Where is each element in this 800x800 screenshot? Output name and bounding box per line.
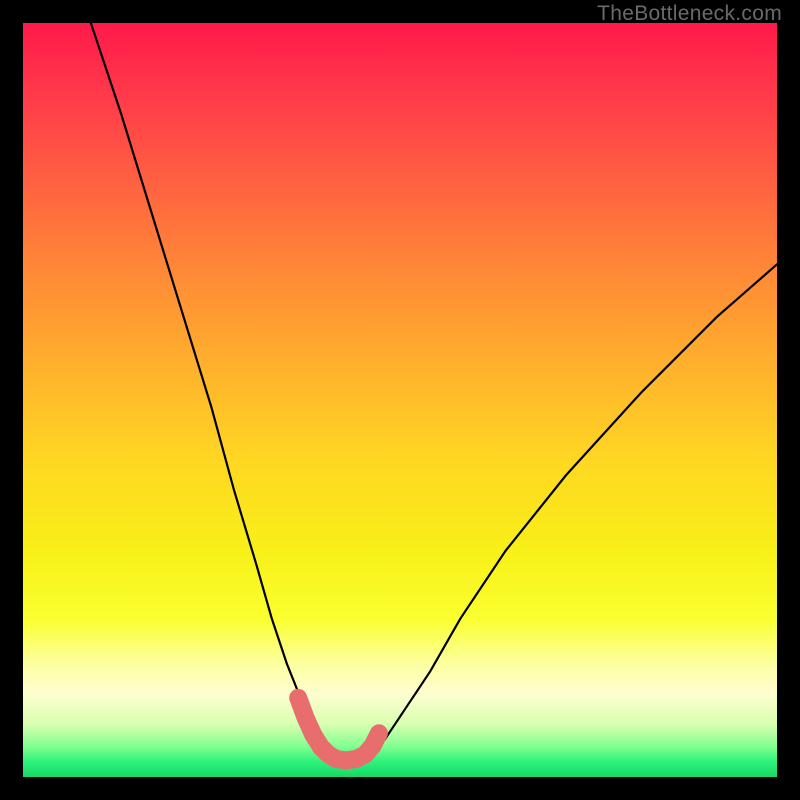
valley-marker <box>298 698 379 761</box>
curve-svg <box>23 23 777 777</box>
bottleneck-curve <box>91 23 777 762</box>
attribution-text: TheBottleneck.com <box>597 2 782 26</box>
